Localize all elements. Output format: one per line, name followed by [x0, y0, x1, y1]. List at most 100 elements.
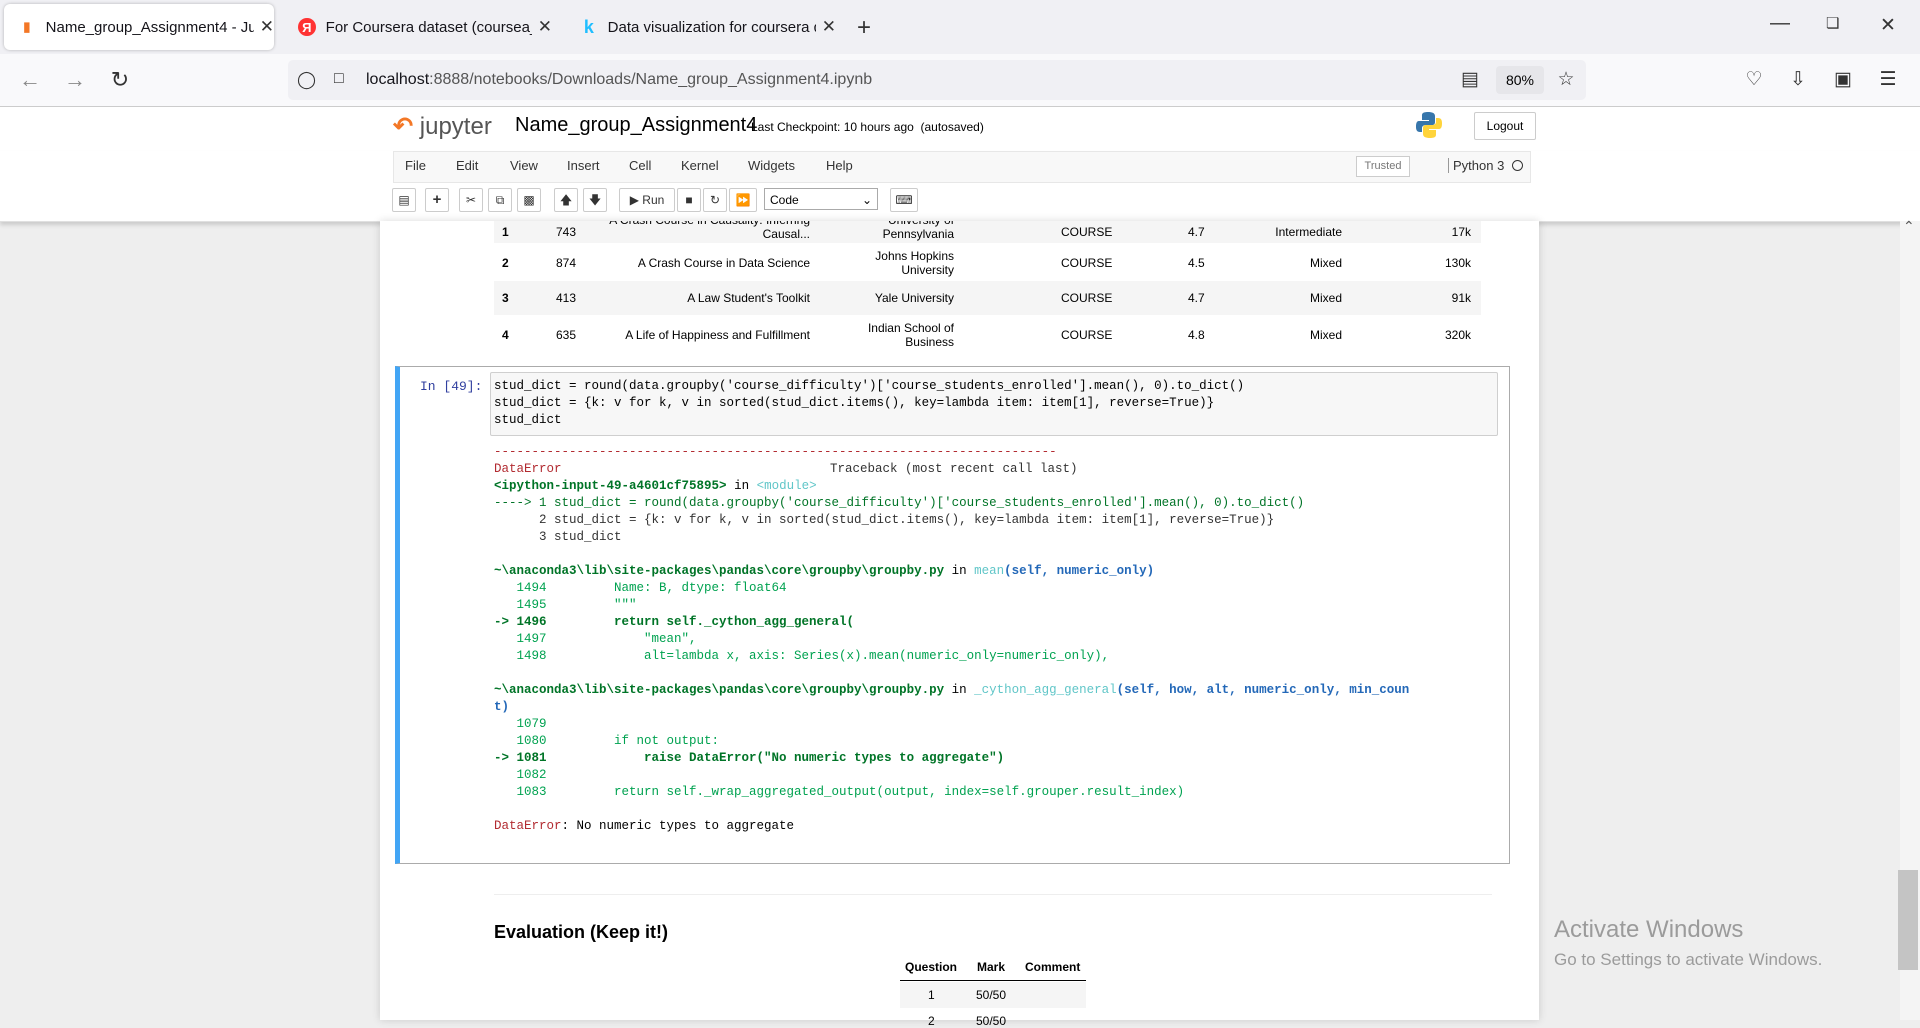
- code-line[interactable]: stud_dict: [494, 412, 562, 429]
- jupyter-logo-text: jupyter: [419, 113, 492, 140]
- minimize-icon[interactable]: —: [1770, 12, 1790, 35]
- cell-prompt: In [49]:: [420, 379, 483, 394]
- cell-organization: Yale University: [874, 291, 954, 305]
- menu-edit[interactable]: Edit: [456, 158, 478, 173]
- close-icon[interactable]: ✕: [538, 17, 552, 37]
- cell-id: 874: [556, 256, 577, 270]
- screenshot-icon[interactable]: ▣: [1829, 66, 1857, 94]
- row-index: 2: [502, 256, 509, 270]
- checkpoint-label: Last Checkpoint:: [751, 120, 841, 134]
- cell-type: COURSE: [1061, 328, 1113, 342]
- cell-id: 413: [556, 291, 577, 305]
- reader-view-icon[interactable]: ▤: [1456, 66, 1484, 94]
- restart-icon[interactable]: ↻: [703, 188, 727, 212]
- table-row: 3 413 A Law Student's Toolkit Yale Unive…: [494, 281, 1481, 315]
- tab-yandex[interactable]: Я For Coursera dataset (coursea_d ✕: [284, 4, 552, 50]
- traceback-line: 1080 if not output:: [494, 734, 720, 748]
- python-logo-icon: [1416, 112, 1442, 138]
- in-word: in: [734, 479, 750, 493]
- zoom-level[interactable]: 80%: [1496, 66, 1544, 94]
- section-divider: [494, 894, 1492, 895]
- in-word: in: [951, 564, 967, 578]
- kernel-name[interactable]: Python 3: [1448, 158, 1504, 173]
- bookmark-star-icon[interactable]: ☆: [1552, 66, 1580, 94]
- traceback-line: 1083 return self._wrap_aggregated_output…: [494, 785, 1185, 799]
- save-icon[interactable]: ▤: [392, 188, 416, 212]
- mark-value: 50/50: [976, 1014, 1007, 1028]
- shield-icon[interactable]: ◯: [297, 70, 316, 90]
- jupyter-logo[interactable]: ↶ jupyter: [393, 112, 492, 141]
- code-line[interactable]: stud_dict = round(data.groupby('course_d…: [494, 378, 1244, 395]
- tab-kaggle[interactable]: k Data visualization for coursera d ✕: [566, 4, 836, 50]
- traceback-location: <ipython-input-49-a4601cf75895> in <modu…: [494, 478, 817, 495]
- close-icon[interactable]: ✕: [822, 17, 836, 37]
- cell-rating: 4.5: [1188, 256, 1205, 270]
- url-path: :8888/notebooks/Downloads/Name_group_Ass…: [429, 71, 873, 88]
- move-up-icon[interactable]: 🡅: [554, 188, 578, 212]
- error-message: DataError: No numeric types to aggregate: [494, 818, 794, 835]
- cell-difficulty: Mixed: [1309, 328, 1342, 342]
- error-name: DataError: [494, 462, 562, 476]
- trusted-indicator[interactable]: Trusted: [1356, 156, 1410, 177]
- function-args: (self, numeric_only): [1004, 564, 1155, 578]
- cut-icon[interactable]: ✂: [459, 188, 483, 212]
- jupyter-logo-icon: ↶: [393, 113, 414, 140]
- tab-label: For Coursera dataset (coursea_d: [325, 18, 532, 36]
- copy-icon[interactable]: ⧉: [488, 188, 512, 212]
- reload-icon[interactable]: ↻: [106, 66, 134, 94]
- pocket-icon[interactable]: ♡: [1740, 66, 1768, 94]
- url-host: localhost: [366, 71, 430, 88]
- menu-widgets[interactable]: Widgets: [748, 158, 795, 173]
- tab-label: Data visualization for coursera d: [607, 18, 816, 36]
- back-icon[interactable]: ←: [16, 66, 44, 94]
- cell-organization: Johns Hopkins University: [875, 249, 954, 277]
- download-icon[interactable]: ⇩: [1784, 66, 1812, 94]
- restore-icon[interactable]: ❏: [1826, 14, 1839, 32]
- code-line[interactable]: stud_dict = {k: v for k, v in sorted(stu…: [494, 395, 1214, 412]
- url-text[interactable]: localhost:8888/notebooks/Downloads/Name_…: [366, 71, 872, 89]
- menu-view[interactable]: View: [510, 158, 538, 173]
- cell-type: COURSE: [1061, 291, 1113, 305]
- cell-organization: University of Pennsylvania: [882, 221, 954, 241]
- menu-help[interactable]: Help: [826, 158, 853, 173]
- tab-label: Name_group_Assignment4 - Jup: [45, 18, 254, 36]
- cell-type: COURSE: [1061, 256, 1113, 270]
- stop-icon[interactable]: ■: [677, 188, 701, 212]
- error-name: DataError: [494, 819, 562, 833]
- forward-icon[interactable]: →: [61, 66, 89, 94]
- window-close-icon[interactable]: ✕: [1880, 14, 1896, 37]
- table-header-rule: [900, 980, 1086, 981]
- menu-kernel[interactable]: Kernel: [681, 158, 719, 173]
- yandex-icon: Я: [298, 18, 316, 36]
- run-button[interactable]: ▶ Run: [619, 188, 675, 212]
- tab-jupyter[interactable]: ▮ Name_group_Assignment4 - Jup ✕: [4, 4, 274, 50]
- fast-forward-icon[interactable]: ⏩: [729, 188, 757, 212]
- mark-value: 50/50: [976, 988, 1007, 1002]
- menu-insert[interactable]: Insert: [567, 158, 600, 173]
- new-tab-icon[interactable]: +: [857, 14, 871, 42]
- hamburger-menu-icon[interactable]: ☰: [1874, 66, 1902, 94]
- checkpoint-status: Last Checkpoint: 10 hours ago (autosaved…: [751, 120, 984, 134]
- move-down-icon[interactable]: 🡇: [583, 188, 607, 212]
- keyboard-icon[interactable]: ⌨: [890, 188, 918, 212]
- traceback-line: 1494 Name: B, dtype: float64: [494, 581, 787, 595]
- row-index: 4: [502, 328, 509, 342]
- menu-cell[interactable]: Cell: [629, 158, 651, 173]
- cell-type-select[interactable]: Code ⌄: [764, 188, 878, 210]
- traceback-divider: ----------------------------------------…: [494, 445, 1057, 459]
- add-cell-icon[interactable]: +: [425, 188, 449, 212]
- checkpoint-time: 10 hours ago: [843, 120, 914, 134]
- cell-difficulty: Intermediate: [1275, 225, 1342, 239]
- close-icon[interactable]: ✕: [260, 17, 274, 37]
- paste-icon[interactable]: ▩: [517, 188, 541, 212]
- menu-file[interactable]: File: [405, 158, 426, 173]
- logout-button[interactable]: Logout: [1474, 112, 1536, 140]
- scrollbar-thumb[interactable]: [1898, 870, 1918, 970]
- cell-title: A Life of Happiness and Fulfillment: [625, 328, 810, 342]
- traceback-line: 1498 alt=lambda x, axis: Series(x).mean(…: [494, 649, 1110, 663]
- notebook-name[interactable]: Name_group_Assignment4: [515, 114, 757, 137]
- traceback-line: 1497 "mean",: [494, 632, 697, 646]
- scroll-up-icon[interactable]: ⌃: [1903, 218, 1915, 235]
- table-row: 1 743 A Crash Course in Causality: Infer…: [494, 221, 1481, 243]
- function-name: _cython_agg_general: [974, 683, 1117, 697]
